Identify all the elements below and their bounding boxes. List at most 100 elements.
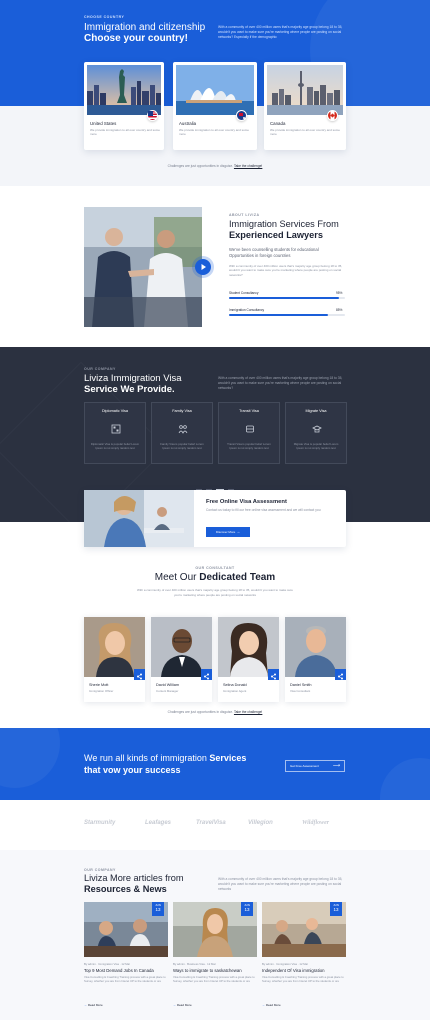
bar-value: 85% (336, 308, 343, 312)
team-role: Content Manager (156, 689, 179, 693)
share-icon (137, 673, 142, 680)
country-name: Australia (179, 121, 197, 126)
assessment-card: Free Online Visa Assessment Contact us t… (84, 490, 346, 547)
read-more-label: Read More (87, 1003, 103, 1007)
country-image-australia (176, 65, 254, 115)
hero-title-bold: Choose your country! (84, 33, 188, 44)
play-icon (201, 264, 206, 270)
visa-card-family[interactable]: Family Visa Family Visa is popular belie… (151, 402, 213, 464)
team-title-light: Meet Our (154, 572, 197, 583)
assessment-description: Contact us today to fill our free online… (206, 508, 321, 512)
visa-card-migrate[interactable]: Migrate Visa Migrate Visa is popular bel… (285, 402, 347, 464)
lawyers-image (84, 207, 202, 327)
services-eyebrow: About Liviza (229, 213, 260, 217)
share-button[interactable] (201, 669, 212, 680)
visa-card-title: Migrate Visa (305, 409, 327, 413)
country-description: We provide immigration to all over count… (90, 128, 160, 137)
article-date-badge: JUN 13 (241, 902, 253, 916)
share-icon (338, 673, 343, 680)
team-card[interactable]: Selina Donald Immigration Agent (218, 617, 279, 702)
services-lead: We've been counselling students for educ… (229, 247, 319, 258)
country-description: We provide immigration to all over count… (270, 128, 340, 137)
cta-title-bold1: Services (209, 753, 247, 763)
country-note: Challenges are just opportunities in dis… (0, 164, 430, 168)
team-note: Challenges are just opportunities in dis… (0, 710, 430, 714)
arrow-right-icon: → (173, 1003, 176, 1007)
article-card[interactable]: JUN 13 By admin · Business Visa · 12 Mar … (173, 902, 257, 1020)
article-title[interactable]: Independent Of Visa immigration (262, 968, 325, 973)
read-more-label: Read More (265, 1003, 281, 1007)
play-video-button[interactable] (195, 259, 211, 275)
article-meta: By admin · Immigration Visa · 12 Mar (262, 962, 309, 966)
team-card[interactable]: Daniel Smith Visa Consultant (285, 617, 346, 702)
team-note-link[interactable]: Take the challenge! (234, 710, 262, 714)
team-name: Daniel Smith (290, 683, 312, 687)
article-day: 13 (155, 906, 161, 912)
team-card[interactable]: Sherie Mott Immigration Officer (84, 617, 145, 702)
progress-fill (229, 297, 340, 299)
assessment-image (84, 490, 194, 547)
arrow-right-icon: → (236, 529, 241, 534)
country-description: We provide immigration to all over count… (179, 128, 249, 137)
team-photo (285, 617, 346, 677)
services-description: With a community of over 400 million use… (229, 264, 343, 277)
bar-label: Student Consultancy (229, 291, 259, 295)
visa-card-description: Transit Visa is popular belief Lorem Ips… (227, 442, 271, 451)
share-button[interactable] (268, 669, 279, 680)
country-card-us[interactable]: United States We provide immigration to … (84, 62, 164, 150)
team-photo (84, 617, 145, 677)
article-title[interactable]: Ways to immigrate to saskatchewan (173, 968, 242, 973)
article-card[interactable]: JUN 13 By admin · Immigration Visa · 12 M… (262, 902, 346, 1020)
partner-logo: TravelVisa (196, 820, 226, 826)
read-more-link[interactable]: → Read More (84, 1003, 103, 1007)
us-flag-icon (147, 110, 158, 121)
article-description: Visa Consulting & Coaching Training proc… (262, 975, 344, 984)
country-image-us (87, 65, 161, 115)
discover-more-button[interactable]: Discover More → (206, 527, 250, 537)
team-photo (218, 617, 279, 677)
article-meta: By admin · Immigration Visa · 12 Mar (84, 962, 131, 966)
country-note-link[interactable]: Take the challenge! (234, 164, 262, 168)
cta-title: We run all kinds of immigration Services… (84, 753, 246, 776)
team-role: Immigration Agent (223, 689, 247, 693)
articles-title-bold: Resources & News (84, 884, 167, 894)
team-role: Visa Consultant (290, 689, 311, 693)
team-eyebrow: Our consultant (195, 566, 235, 570)
progress-fill (229, 314, 328, 316)
arrow-right-icon: → (262, 1003, 265, 1007)
country-card-canada[interactable]: Canada We provide immigration to all ove… (264, 62, 346, 150)
progress-bar-student (229, 297, 345, 299)
family-visa-icon (178, 425, 188, 434)
article-date-badge: JUN 13 (152, 902, 164, 916)
article-meta: By admin · Business Visa · 12 Mar (173, 962, 216, 966)
canada-flag-icon (327, 110, 338, 121)
article-day: 13 (333, 906, 339, 912)
get-free-assessment-label: Get Free Assessment (290, 764, 319, 768)
country-name: Canada (270, 121, 286, 126)
discover-more-label: Discover More (215, 530, 236, 534)
partner-logo: Wildflower (302, 820, 330, 826)
team-title: Meet Our Dedicated Team (0, 572, 430, 583)
article-description: Visa Consulting & Coaching Training proc… (173, 975, 255, 984)
country-note-text: Challenges are just opportunities in dis… (167, 164, 234, 168)
read-more-link[interactable]: → Read More (262, 1003, 281, 1007)
articles-eyebrow: Our company (84, 868, 116, 872)
share-button[interactable] (134, 669, 145, 680)
diplomatic-visa-icon (111, 424, 121, 434)
share-button[interactable] (335, 669, 346, 680)
article-card[interactable]: JUN 13 By admin · Immigration Visa · 12 M… (84, 902, 168, 1020)
partner-logo: Leafages (145, 820, 172, 826)
team-name: David William (156, 683, 179, 687)
australia-flag-icon (236, 110, 247, 121)
visa-card-description: Migrate Visa is popular belief Lorem Ips… (293, 442, 339, 451)
visa-card-transit[interactable]: Transit Visa Transit Visa is popular bel… (218, 402, 280, 464)
get-free-assessment-button[interactable]: Get Free Assessment ⟶ (285, 760, 345, 772)
team-card[interactable]: David William Content Manager (151, 617, 212, 702)
country-card-australia[interactable]: Australia We provide immigration to all … (173, 62, 257, 150)
read-more-link[interactable]: → Read More (173, 1003, 192, 1007)
article-day: 13 (244, 906, 250, 912)
visa-card-diplomatic[interactable]: Diplomatic Visa Diplomatic Visa is popul… (84, 402, 146, 464)
team-description: With a community of over 400 million use… (137, 588, 293, 597)
article-title[interactable]: Top 9 Most Demand Jobs In Canada (84, 968, 154, 973)
team-role: Immigration Officer (89, 689, 114, 693)
